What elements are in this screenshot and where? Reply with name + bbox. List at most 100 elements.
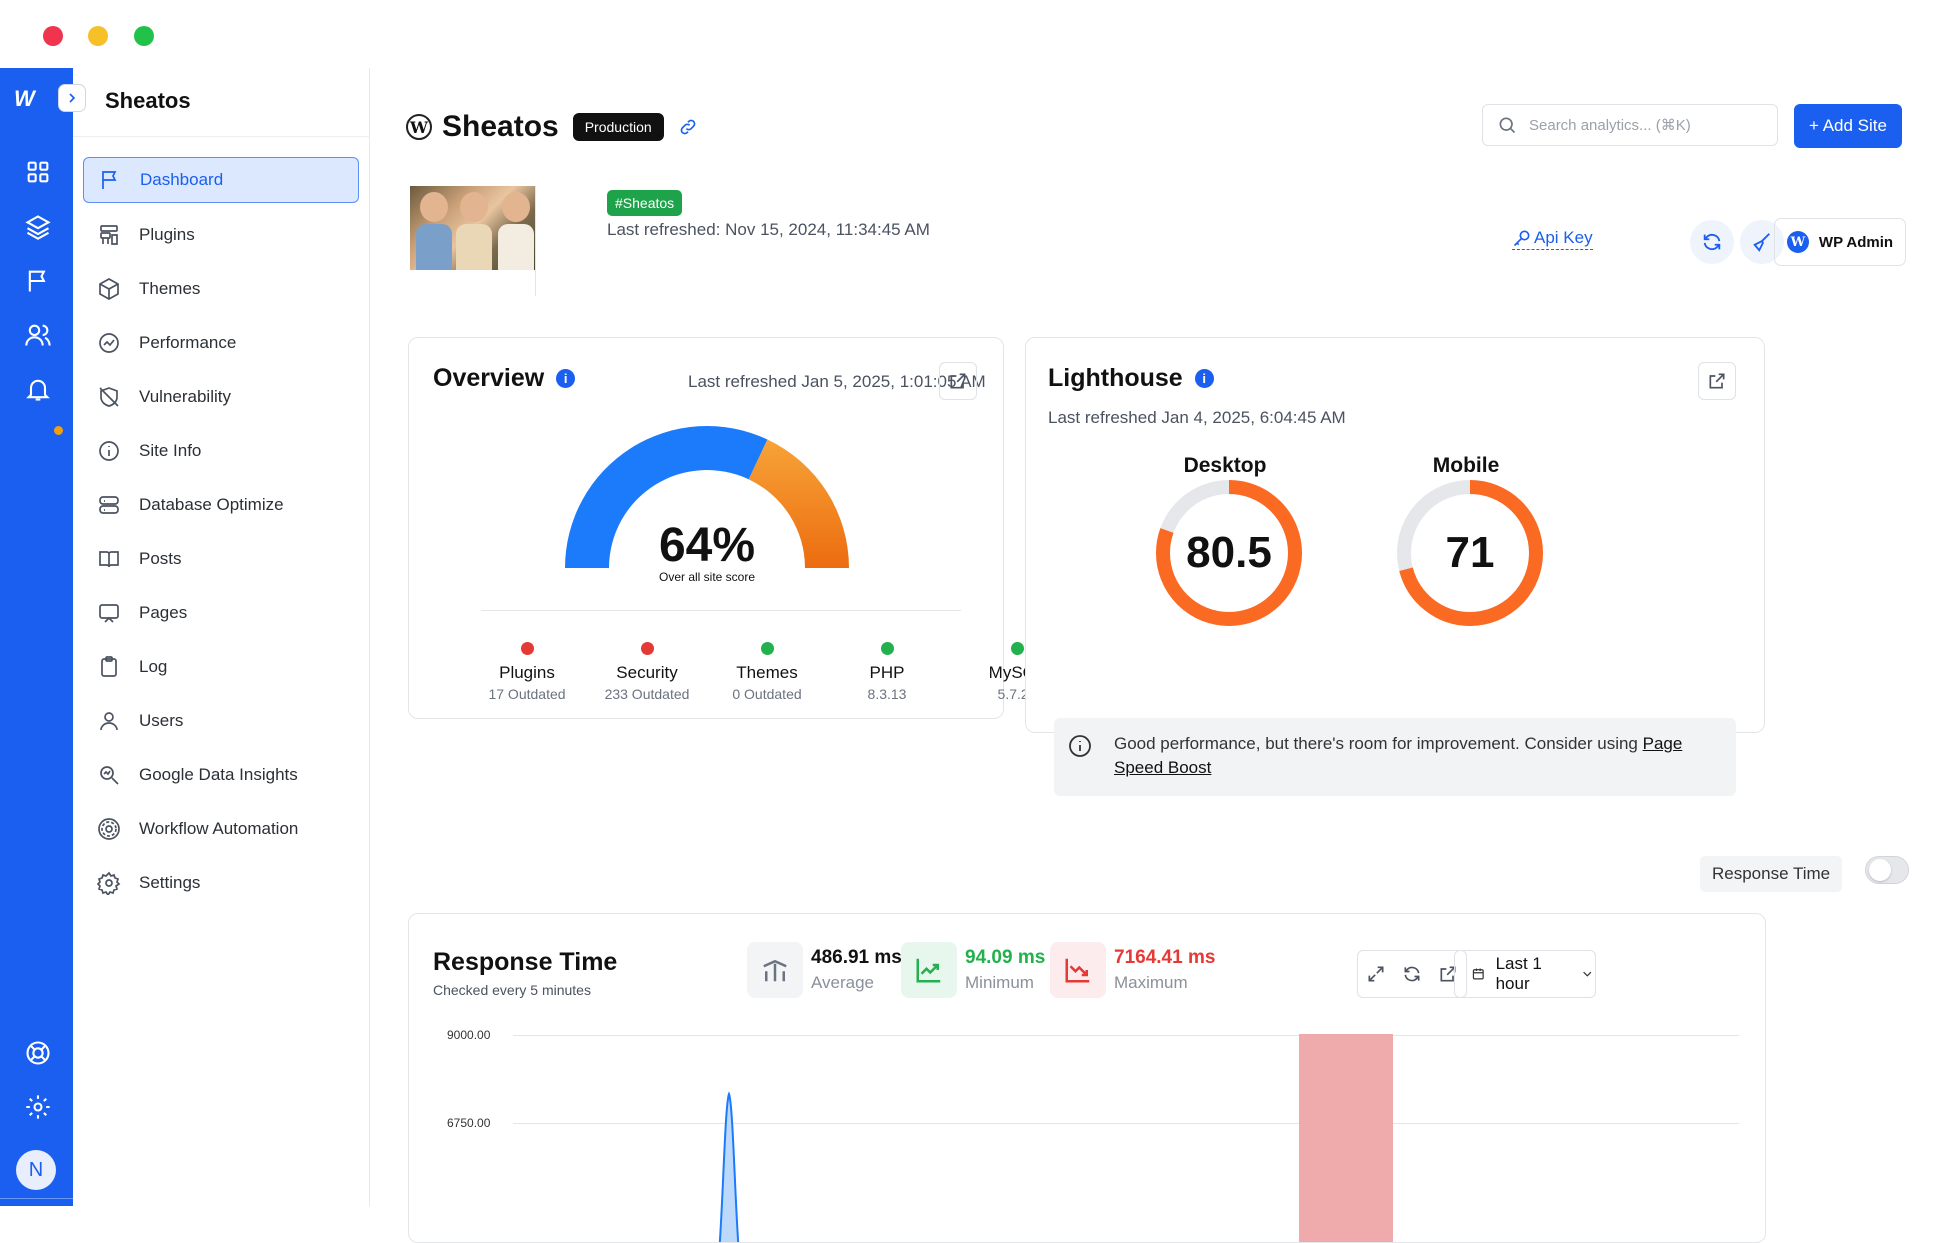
support-icon[interactable]: [24, 1039, 52, 1067]
api-key-link[interactable]: Api Key: [1512, 228, 1593, 250]
metric-average: 486.91 ms Average: [747, 942, 902, 998]
sidebar-item-label: Settings: [139, 873, 201, 892]
monitor-icon: [99, 604, 119, 623]
site-thumbnail[interactable]: [410, 186, 536, 296]
sidebar-item-workflow-automation[interactable]: Workflow Automation: [83, 806, 359, 852]
sidebar-item-log[interactable]: Log: [83, 644, 359, 690]
lighthouse-card: Lighthouse i Last refreshed Jan 4, 2025,…: [1025, 337, 1765, 796]
settings-icon[interactable]: [24, 1093, 52, 1121]
response-time-toggle[interactable]: [1865, 856, 1909, 884]
performance-notice: Good performance, but there's room for i…: [1054, 718, 1736, 796]
sidebar-item-vulnerability[interactable]: Vulnerability: [83, 374, 359, 420]
sidebar-toggle-button[interactable]: [58, 84, 86, 112]
sidebar-item-label: Pages: [139, 603, 188, 622]
stat-php[interactable]: PHP 8.3.13: [827, 642, 947, 702]
refresh-button[interactable]: [1690, 220, 1734, 264]
avatar[interactable]: N: [16, 1150, 56, 1190]
external-link-icon: [950, 373, 966, 389]
mobile-label: Mobile: [1432, 454, 1500, 477]
status-dot: [640, 642, 654, 655]
wordpress-icon: W: [1786, 231, 1809, 253]
sidebar-item-label: Site Info: [139, 441, 202, 460]
wp-admin-button[interactable]: W WP Admin: [1774, 218, 1906, 266]
sidebar-item-site-info[interactable]: Site Info: [83, 428, 359, 474]
sidebar-item-users[interactable]: Users: [83, 698, 359, 744]
shield-off-icon: [99, 387, 119, 407]
sidebar-item-dashboard[interactable]: Dashboard: [83, 157, 359, 203]
icon-rail: W N: [0, 68, 73, 1206]
sidebar-item-pages[interactable]: Pages: [83, 590, 359, 636]
sidebar-item-performance[interactable]: Performance: [83, 320, 359, 366]
sidebar-item-posts[interactable]: Posts: [83, 536, 359, 582]
sidebar-item-label: Log: [139, 657, 168, 676]
workflow-icon: [98, 818, 120, 840]
search-placeholder: Search analytics... (⌘K): [1529, 117, 1691, 134]
response-time-subtitle: Checked every 5 minutes: [433, 982, 591, 998]
flag-icon[interactable]: [24, 267, 52, 295]
sidebar-item-database-optimize[interactable]: Database Optimize: [83, 482, 359, 528]
metric-maximum: 7164.41 ms Maximum: [1050, 942, 1215, 998]
window-maximize-button[interactable]: [134, 26, 154, 46]
site-name: Sheatos: [442, 110, 559, 143]
toggle-knob: [1869, 859, 1891, 881]
lighthouse-title-text: Lighthouse: [1048, 364, 1183, 392]
api-key-label: Api Key: [1534, 228, 1593, 247]
flag-icon: [102, 171, 117, 189]
info-icon: [99, 441, 119, 461]
stat-name: Themes: [736, 663, 798, 682]
wp-admin-label: WP Admin: [1818, 233, 1894, 251]
sidebar-item-label: Plugins: [139, 225, 195, 244]
gridline: [513, 1035, 1739, 1036]
clipboard-icon: [101, 656, 117, 677]
stat-plugins[interactable]: Plugins 17 Outdated: [467, 642, 587, 702]
bell-icon[interactable]: [24, 375, 52, 403]
expand-icon[interactable]: [1366, 964, 1386, 984]
metric-average-label: Average: [811, 973, 875, 992]
info-icon[interactable]: i: [1194, 369, 1214, 388]
sidebar-item-themes[interactable]: Themes: [83, 266, 359, 312]
brand-logo[interactable]: W: [14, 86, 35, 112]
sidebar-item-settings[interactable]: Settings: [83, 860, 359, 906]
sidebar-item-google-data-insights[interactable]: Google Data Insights: [83, 752, 359, 798]
chevron-right-icon: [69, 93, 76, 103]
link-icon[interactable]: [678, 117, 698, 137]
rail-divider: [0, 1198, 73, 1199]
stat-detail: 233 Outdated: [604, 686, 690, 702]
layers-icon[interactable]: [24, 213, 52, 241]
response-time-title: Response Time: [433, 948, 618, 976]
response-time-toggle-label: Response Time: [1700, 856, 1843, 892]
window-minimize-button[interactable]: [88, 26, 108, 46]
time-range-select[interactable]: Last 1 hour: [1454, 950, 1596, 998]
preview-figure: [502, 192, 530, 222]
stat-themes[interactable]: Themes 0 Outdated: [707, 642, 827, 702]
gridline: [513, 1123, 1739, 1124]
response-spike: [718, 1091, 740, 1242]
database-icon: [99, 496, 119, 514]
stat-security[interactable]: Security 233 Outdated: [587, 642, 707, 702]
refresh-icon[interactable]: [1402, 964, 1422, 984]
stat-name: Security: [616, 663, 678, 682]
search-input[interactable]: Search analytics... (⌘K): [1482, 104, 1778, 146]
response-time-card: Response Time Checked every 5 minutes 48…: [408, 913, 1766, 1243]
sidebar-item-plugins[interactable]: Plugins: [83, 212, 359, 258]
sidebar-item-label: Performance: [139, 333, 237, 352]
divider: [481, 610, 961, 611]
grid-icon[interactable]: [24, 158, 52, 186]
add-site-button[interactable]: + Add Site: [1794, 104, 1902, 148]
window-close-button[interactable]: [43, 26, 63, 46]
open-external-button[interactable]: [1698, 362, 1736, 400]
users-icon[interactable]: [24, 321, 52, 349]
sidebar-item-label: Workflow Automation: [139, 819, 299, 838]
preview-figure: [460, 192, 488, 222]
preview-figure: [420, 192, 448, 222]
info-icon[interactable]: i: [556, 369, 576, 388]
open-external-button[interactable]: [939, 362, 977, 400]
sidebar-item-label: Vulnerability: [139, 387, 231, 406]
mobile-score: 71: [1445, 528, 1495, 577]
trend-down-icon: [1050, 942, 1106, 998]
y-tick-label: 6750.00: [447, 1116, 491, 1130]
trend-up-icon: [901, 942, 957, 998]
stat-detail: 0 Outdated: [732, 686, 802, 702]
y-tick-label: 9000.00: [447, 1028, 491, 1042]
search-icon: [1499, 117, 1516, 134]
